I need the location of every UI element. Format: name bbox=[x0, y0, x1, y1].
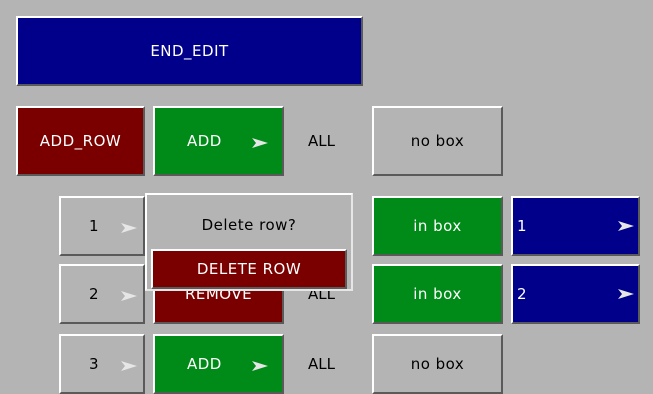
mode-dropdown-row-3[interactable]: ADD bbox=[153, 334, 284, 394]
mode-label: ADD bbox=[187, 355, 222, 373]
mode-label: ADD bbox=[187, 132, 222, 150]
box-toggle-row-3[interactable]: no box bbox=[372, 334, 503, 394]
delete-row-popup: Delete row? DELETE ROW bbox=[145, 193, 353, 291]
popup-question-text: Delete row? bbox=[201, 216, 297, 234]
delete-row-question: Delete row? bbox=[147, 205, 351, 245]
end-edit-button[interactable]: END_EDIT bbox=[16, 16, 363, 86]
row-index-label: 1 bbox=[89, 217, 100, 235]
row-index-label: 2 bbox=[89, 285, 100, 303]
dropdown-arrow-icon bbox=[618, 220, 634, 232]
box-toggle-header[interactable]: no box bbox=[372, 106, 503, 176]
dropdown-arrow-icon bbox=[121, 360, 137, 372]
box-toggle-row-1[interactable]: in box bbox=[372, 196, 503, 256]
delete-row-label: DELETE ROW bbox=[196, 260, 302, 278]
value-label: 1 bbox=[517, 217, 528, 235]
row-index-button-2[interactable]: 2 bbox=[59, 264, 145, 324]
dropdown-arrow-icon bbox=[121, 290, 137, 302]
value-dropdown-row-2[interactable]: 2 bbox=[511, 264, 640, 324]
box-toggle-label: no box bbox=[410, 355, 465, 373]
dropdown-arrow-icon bbox=[252, 360, 268, 372]
value-label: 2 bbox=[517, 285, 528, 303]
value-dropdown-row-1[interactable]: 1 bbox=[511, 196, 640, 256]
row-index-button-3[interactable]: 3 bbox=[59, 334, 145, 394]
mode-dropdown-header[interactable]: ADD bbox=[153, 106, 284, 176]
dropdown-arrow-icon bbox=[252, 137, 268, 149]
delete-row-button[interactable]: DELETE ROW bbox=[151, 249, 347, 289]
end-edit-label: END_EDIT bbox=[150, 42, 229, 60]
box-toggle-row-2[interactable]: in box bbox=[372, 264, 503, 324]
scope-label: ALL bbox=[308, 132, 335, 150]
box-toggle-label: in box bbox=[413, 285, 462, 303]
box-toggle-label: in box bbox=[413, 217, 462, 235]
row-index-label: 3 bbox=[89, 355, 100, 373]
add-row-button[interactable]: ADD_ROW bbox=[16, 106, 145, 176]
scope-label-row-3: ALL bbox=[308, 355, 335, 373]
dropdown-arrow-icon bbox=[618, 288, 634, 300]
box-toggle-label: no box bbox=[410, 132, 465, 150]
dropdown-arrow-icon bbox=[121, 222, 137, 234]
add-row-label: ADD_ROW bbox=[39, 132, 122, 150]
row-index-button-1[interactable]: 1 bbox=[59, 196, 145, 256]
